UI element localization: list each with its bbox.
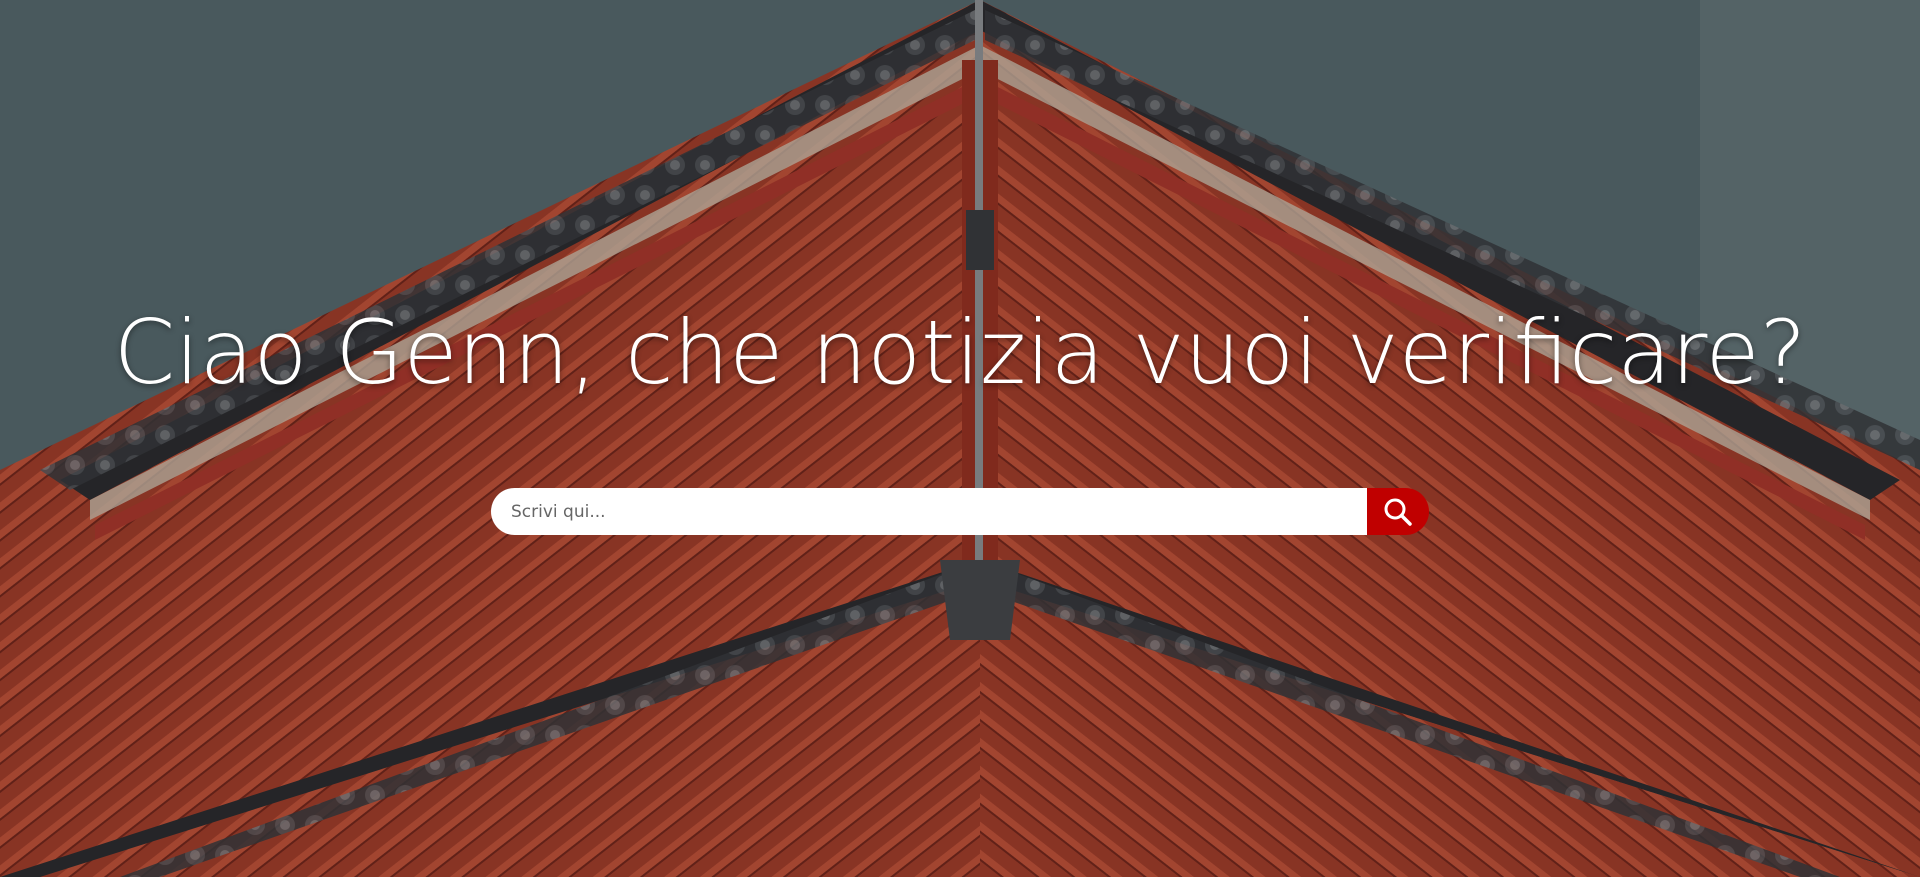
search-input[interactable] — [491, 488, 1367, 535]
search-button[interactable] — [1367, 488, 1429, 535]
search-bar — [491, 488, 1429, 535]
greeting-headline: Ciao Genn, che notizia vuoi verificare? — [113, 301, 1807, 404]
hero-content: Ciao Genn, che notizia vuoi verificare? — [0, 0, 1920, 877]
search-icon — [1384, 498, 1412, 526]
hero-section: Ciao Genn, che notizia vuoi verificare? — [0, 0, 1920, 877]
